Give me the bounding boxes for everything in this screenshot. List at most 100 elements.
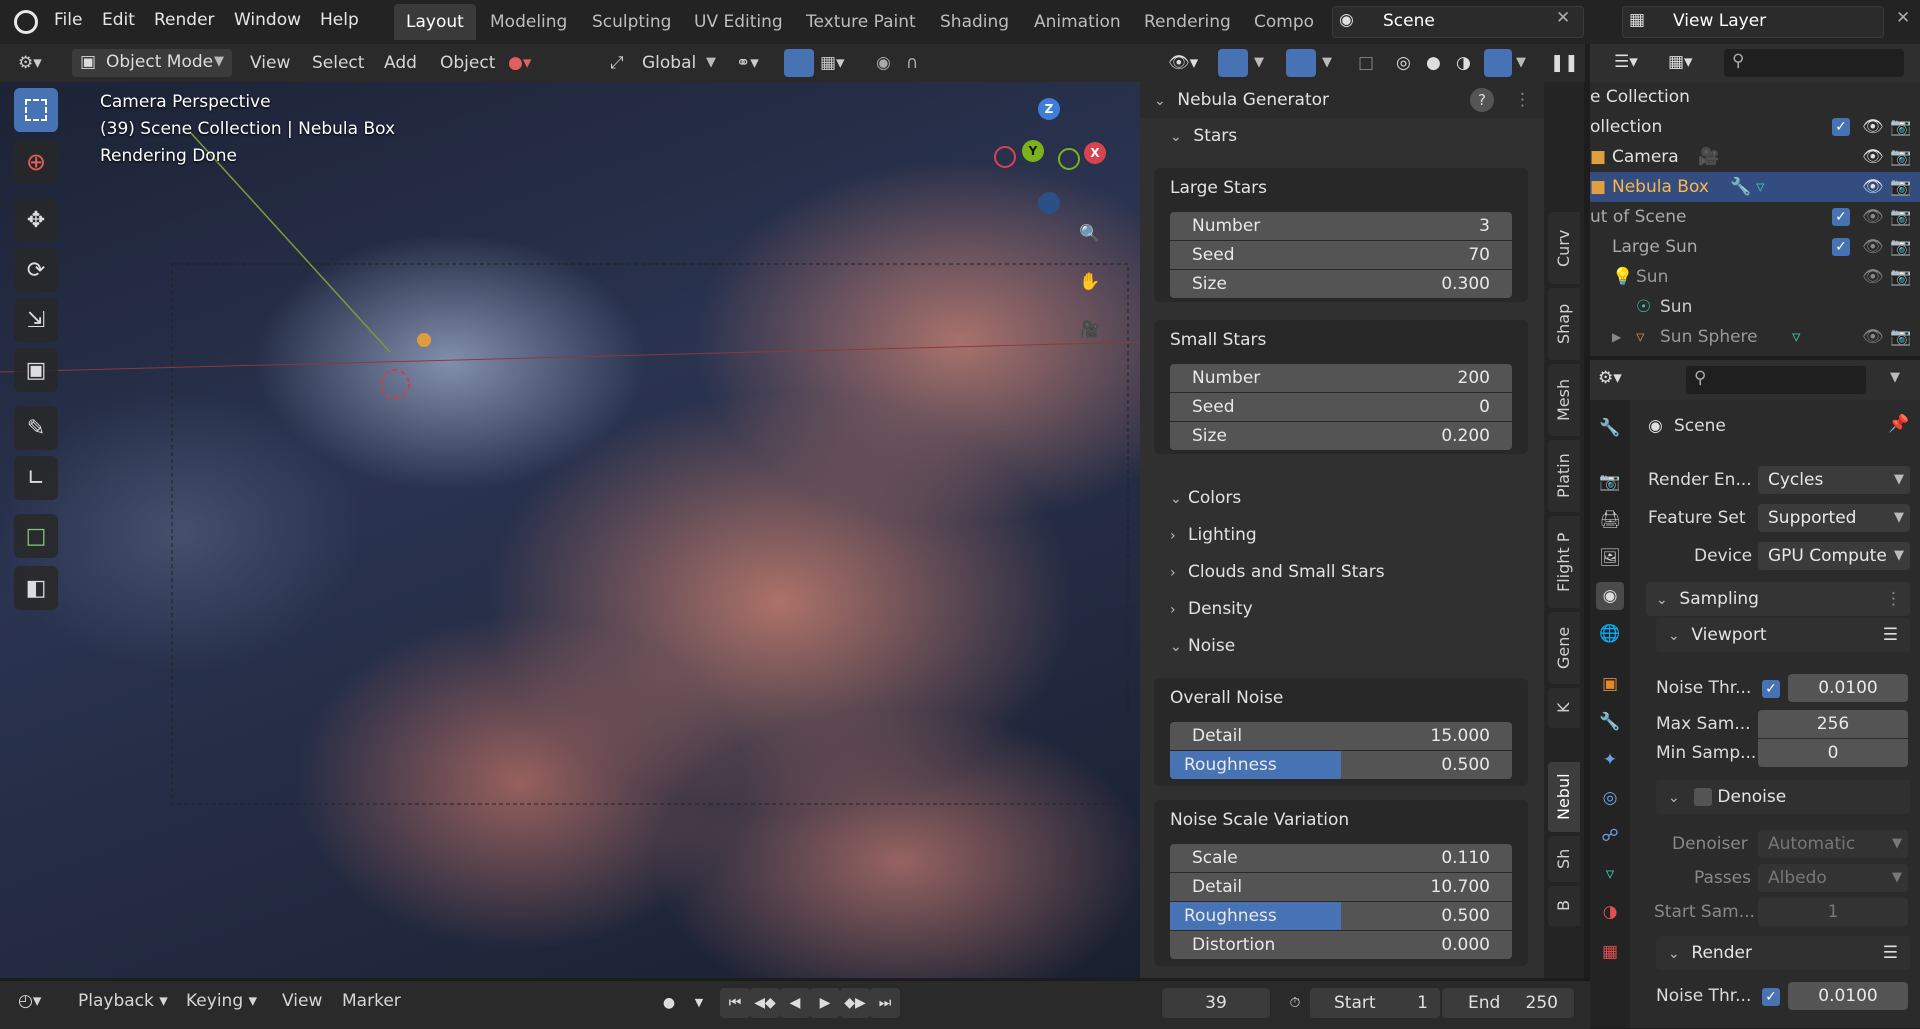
eye-icon[interactable]: 👁	[1862, 232, 1884, 262]
eye-icon[interactable]: 👁	[1862, 322, 1884, 352]
pin-icon[interactable]: 📌	[1888, 414, 1909, 434]
rendered-shading-icon[interactable]	[1484, 49, 1512, 77]
gizmo-x-icon[interactable]: X	[1084, 142, 1106, 164]
display-mode-icon[interactable]: ☰▾	[1614, 52, 1638, 72]
pivot-icon[interactable]: ⚭▾	[736, 49, 759, 77]
variation-distortion-field[interactable]: Distortion 0.000	[1170, 931, 1512, 959]
modifier-wrench-icon[interactable]: 🔧	[1730, 172, 1751, 202]
start-frame-field[interactable]: Start 1	[1310, 988, 1440, 1018]
render-camera-icon[interactable]: 📷	[1890, 232, 1911, 262]
subpanel-lighting[interactable]: › Lighting	[1170, 517, 1257, 553]
close-view-layer-icon[interactable]: ✕	[1896, 8, 1910, 28]
rotate-tool-icon[interactable]: ⟳	[14, 248, 58, 292]
solid-shading-icon[interactable]: ●	[1426, 49, 1441, 77]
overlay-toggle-icon[interactable]	[1286, 49, 1316, 77]
render-camera-icon[interactable]: 📷	[1890, 142, 1911, 172]
keying-menu[interactable]: Keying ▾	[186, 991, 257, 1011]
auto-keying-chevron-icon[interactable]: ▼	[684, 988, 714, 1018]
gizmo-neg-z-icon[interactable]	[1038, 192, 1060, 214]
tab-uv-editing[interactable]: UV Editing	[682, 4, 795, 40]
tab-shading[interactable]: Shading	[928, 4, 1021, 40]
shading-chevron-icon[interactable]: ▼	[1516, 49, 1526, 77]
passes-dropdown[interactable]: Albedo ▼	[1758, 864, 1908, 892]
small-stars-size-field[interactable]: Size 0.200	[1170, 422, 1512, 450]
orientation-chevron-icon[interactable]: ▼	[706, 49, 716, 77]
min-samples-field[interactable]: 0	[1758, 739, 1908, 767]
render-noise-threshold-field[interactable]: 0.0100	[1788, 982, 1908, 1010]
outliner-row-collection[interactable]: ollection ✓ 👁 📷	[1590, 112, 1920, 142]
3d-viewport[interactable]: Camera Perspective (39) Scene Collection…	[0, 82, 1140, 978]
tab-texture-paint[interactable]: Texture Paint	[794, 4, 928, 40]
tool-tab-icon[interactable]: 🔧	[1596, 414, 1624, 442]
camera-data-icon[interactable]: 🎥	[1698, 142, 1719, 172]
outliner-row-sun-data[interactable]: ☉ Sun	[1590, 292, 1920, 322]
exclude-checkbox-icon[interactable]: ✓	[1832, 208, 1850, 226]
cursor-tool-icon[interactable]: ⊕	[14, 140, 58, 184]
jump-to-start-icon[interactable]: ⏮	[720, 988, 750, 1018]
render-tab-icon[interactable]: 📷	[1596, 468, 1624, 496]
subpanel-density[interactable]: › Density	[1170, 591, 1253, 627]
play-reverse-icon[interactable]: ◀	[780, 988, 810, 1018]
outliner-row-camera[interactable]: ■ Camera 🎥 👁 📷	[1590, 142, 1920, 172]
mesh-data-icon[interactable]: ▿	[1756, 172, 1765, 202]
transform-tool-icon[interactable]: ▣	[14, 348, 58, 392]
outliner-search-input[interactable]: ⚲	[1724, 49, 1904, 77]
material-icon[interactable]: ●▾	[508, 49, 531, 77]
overlay-chevron-icon[interactable]: ▼	[1322, 49, 1332, 77]
render-engine-dropdown[interactable]: Cycles ▼	[1758, 466, 1910, 494]
noise-threshold-field[interactable]: 0.0100	[1788, 674, 1908, 702]
zoom-icon[interactable]: 🔍	[1074, 218, 1106, 250]
variation-detail-field[interactable]: Detail 10.700	[1170, 873, 1512, 901]
snap-target-icon[interactable]: ▦▾	[820, 49, 845, 77]
outliner-row-out-of-scene[interactable]: ut of Scene ✓ 👁 📷	[1590, 202, 1920, 232]
gizmo-z-icon[interactable]: Z	[1038, 98, 1060, 120]
timeline-editor-icon[interactable]: ◴▾	[18, 991, 41, 1011]
menu-edit[interactable]: Edit	[102, 10, 135, 30]
add-cube-tool-icon[interactable]: □	[14, 514, 58, 558]
tab-k[interactable]: K	[1548, 688, 1580, 728]
presets-list-icon[interactable]: ☰	[1883, 936, 1898, 970]
next-keyframe-icon[interactable]: ◆▶	[840, 988, 870, 1018]
menu-window[interactable]: Window	[234, 10, 301, 30]
denoiser-dropdown[interactable]: Automatic ▼	[1758, 830, 1908, 858]
tab-animation[interactable]: Animation	[1022, 4, 1133, 40]
tab-modeling[interactable]: Modeling	[478, 4, 579, 40]
large-stars-number-field[interactable]: Number 3	[1170, 212, 1512, 240]
editor-type-icon[interactable]: ⚙▾	[18, 49, 42, 77]
tab-gene[interactable]: Gene	[1548, 612, 1580, 684]
large-stars-size-field[interactable]: Size 0.300	[1170, 270, 1512, 298]
subpanel-colors[interactable]: ⌄ Colors	[1170, 480, 1241, 516]
scene-tab-icon[interactable]: ◉	[1596, 582, 1624, 610]
max-samples-field[interactable]: 256	[1758, 710, 1908, 738]
render-noise-threshold-checkbox[interactable]: ✓	[1762, 988, 1780, 1006]
eye-icon[interactable]: 👁	[1862, 112, 1884, 142]
tab-platin[interactable]: Platin	[1548, 440, 1580, 512]
exclude-checkbox-icon[interactable]: ✓	[1832, 238, 1850, 256]
snap-toggle-icon[interactable]	[784, 49, 814, 77]
panel-header-nebula-generator[interactable]: ⌄ Nebula Generator ? ⋮	[1140, 82, 1544, 118]
mode-dropdown[interactable]: ▣ Object Mode ▼	[72, 49, 232, 77]
tab-compositing[interactable]: Compo	[1242, 4, 1326, 40]
view-layer-selector[interactable]: ▦ View Layer	[1622, 6, 1884, 38]
subpanel-clouds[interactable]: › Clouds and Small Stars	[1170, 554, 1385, 590]
previous-keyframe-icon[interactable]: ◀◆	[750, 988, 780, 1018]
orientation-dropdown[interactable]: Global	[642, 49, 696, 77]
tab-rendering[interactable]: Rendering	[1132, 4, 1243, 40]
texture-tab-icon[interactable]: ▦	[1596, 938, 1624, 966]
timeline-view-menu[interactable]: View	[282, 991, 322, 1011]
outliner-row-scene-collection[interactable]: e Collection	[1590, 82, 1920, 112]
playback-menu[interactable]: Playback ▾	[78, 991, 168, 1011]
overall-noise-detail-field[interactable]: Detail 15.000	[1170, 722, 1512, 750]
outliner-row-sun-object[interactable]: 💡 Sun 👁 📷	[1590, 262, 1920, 292]
modifier-tab-icon[interactable]: 🔧	[1596, 708, 1624, 736]
record-keyframe-icon[interactable]: ●	[654, 988, 684, 1018]
quad-view-icon[interactable]: ◧	[14, 566, 58, 610]
tab-mesh[interactable]: Mesh	[1548, 364, 1580, 436]
camera-view-icon[interactable]: 🎥	[1074, 314, 1106, 346]
gizmo-chevron-icon[interactable]: ▼	[1254, 49, 1264, 77]
filter-view-icon[interactable]: ▦▾	[1668, 52, 1693, 72]
gizmo-y-icon[interactable]: Y	[1022, 140, 1044, 162]
viewport-subsection-header[interactable]: ⌄ Viewport ☰	[1656, 618, 1910, 652]
drag-handle-icon[interactable]: ⋮	[1885, 582, 1902, 616]
output-tab-icon[interactable]: 🖨	[1596, 506, 1624, 534]
